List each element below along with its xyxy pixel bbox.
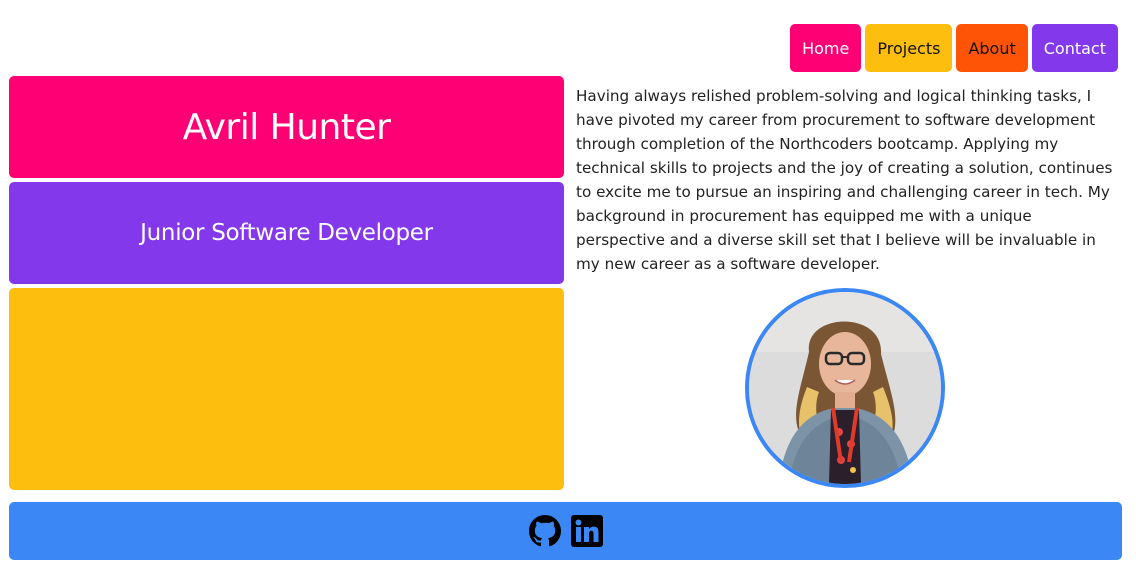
main-nav: Home Projects About Contact bbox=[790, 24, 1118, 72]
github-icon bbox=[528, 515, 561, 547]
nav-about-link[interactable]: About bbox=[956, 24, 1028, 72]
name-panel: Avril Hunter bbox=[9, 76, 564, 178]
profile-photo bbox=[745, 288, 945, 488]
profile-photo-illustration bbox=[749, 292, 941, 484]
decorative-panel bbox=[9, 288, 564, 490]
bio-paragraph: Having always relished problem-solving a… bbox=[576, 87, 1113, 273]
job-title: Junior Software Developer bbox=[140, 220, 433, 246]
nav-projects-link[interactable]: Projects bbox=[865, 24, 953, 72]
footer-bar bbox=[9, 502, 1122, 560]
nav-home-link[interactable]: Home bbox=[790, 24, 862, 72]
nav-contact-link[interactable]: Contact bbox=[1031, 24, 1118, 72]
github-link[interactable] bbox=[528, 515, 561, 547]
role-panel: Junior Software Developer bbox=[9, 182, 564, 284]
linkedin-link[interactable] bbox=[570, 515, 603, 547]
page-title: Avril Hunter bbox=[182, 106, 391, 148]
linkedin-icon bbox=[570, 515, 603, 547]
